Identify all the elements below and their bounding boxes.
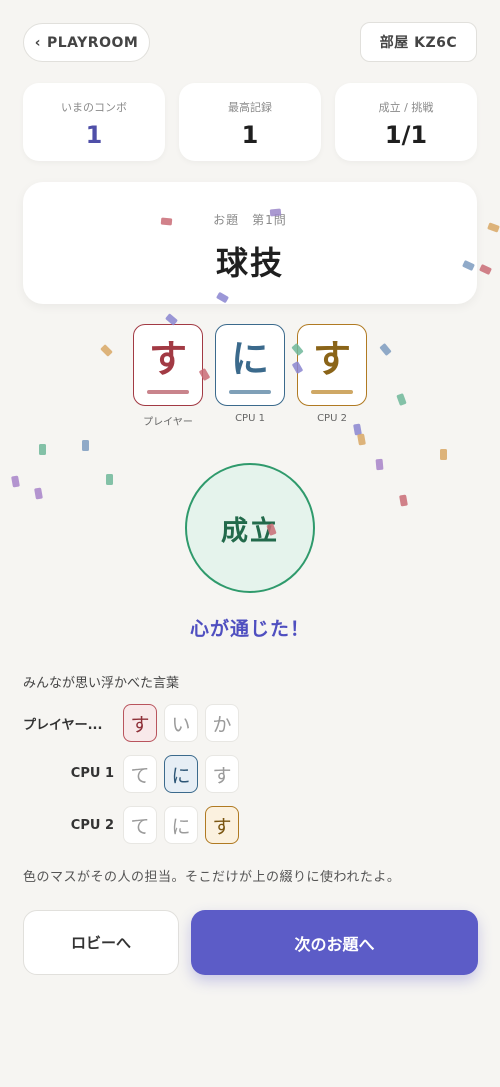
answer-tile-owner-player: プレイヤー — [143, 417, 193, 428]
answer-tile-owner-cpu2: CPU 2 — [317, 413, 347, 424]
word-cell: に — [164, 755, 198, 793]
confetti-piece — [39, 444, 46, 455]
stat-best-record: 最高記録 1 — [179, 83, 321, 161]
answer-tile-char: す — [148, 337, 187, 381]
confetti-piece — [34, 487, 43, 500]
answer-tile-underline — [229, 390, 271, 394]
stat-combo-label: いまのコンボ — [61, 101, 127, 114]
room-code-badge: 部屋 KZ6C — [360, 22, 477, 62]
word-cell: て — [123, 806, 157, 844]
confetti-piece — [375, 458, 384, 471]
confetti-piece — [399, 494, 408, 507]
answer-tile-underline — [147, 390, 189, 394]
confetti-piece — [487, 222, 500, 233]
answer-tile-owner-cpu1: CPU 1 — [235, 413, 265, 424]
answer-tile-char: す — [312, 337, 351, 381]
answer-tile-cpu2: す — [297, 324, 367, 406]
word-cell: す — [123, 704, 157, 742]
row-name-player: プレイヤー... — [23, 718, 103, 733]
back-label: PLAYROOM — [46, 34, 139, 51]
stat-best-label: 最高記録 — [228, 101, 272, 114]
confetti-piece — [379, 343, 392, 356]
word-cell: て — [123, 755, 157, 793]
confetti-piece — [160, 217, 173, 226]
confetti-piece — [269, 208, 282, 217]
word-cell: す — [205, 755, 239, 793]
word-cell: に — [164, 806, 198, 844]
topic-subtitle: お題 第1問 — [213, 213, 287, 227]
confetti-piece — [396, 393, 407, 406]
answer-tile-player: す — [133, 324, 203, 406]
result-status-circle: 成立 — [185, 463, 315, 593]
confetti-piece — [82, 440, 89, 451]
confetti-piece — [100, 344, 113, 357]
next-topic-button[interactable]: 次のお題へ — [191, 910, 478, 975]
answer-tile-char: に — [230, 337, 269, 381]
confetti-piece — [357, 433, 366, 446]
stat-combo-value: 1 — [85, 121, 103, 149]
stat-success-label: 成立 / 挑戦 — [378, 101, 434, 114]
words-section-title: みんなが思い浮かべた言葉 — [23, 676, 180, 691]
row-name-cpu1: CPU 1 — [70, 766, 114, 781]
confetti-piece — [479, 264, 492, 275]
back-to-playroom-button[interactable]: ‹ PLAYROOM — [23, 23, 150, 62]
answer-tile-underline — [311, 390, 353, 394]
stat-best-value: 1 — [241, 121, 259, 149]
legend-note: 色のマスがその人の担当。そこだけが上の綴りに使われたよ。 — [23, 870, 401, 885]
topic-card: お題 第1問 球技 — [23, 182, 477, 304]
stat-success-rate: 成立 / 挑戦 1/1 — [335, 83, 477, 161]
confetti-piece — [106, 474, 113, 485]
confetti-piece — [440, 449, 447, 460]
confetti-piece — [11, 475, 20, 488]
row-name-cpu2: CPU 2 — [70, 818, 114, 833]
word-cell: い — [164, 704, 198, 742]
stat-combo: いまのコンボ 1 — [23, 83, 165, 161]
topic-word: 球技 — [215, 244, 284, 282]
chevron-left-icon: ‹ — [34, 34, 41, 51]
word-cell: か — [205, 704, 239, 742]
result-message: 心が通じた！ — [189, 618, 310, 640]
word-cell: す — [205, 806, 239, 844]
stat-success-value: 1/1 — [384, 121, 428, 149]
lobby-button[interactable]: ロビーへ — [23, 910, 179, 975]
answer-tile-cpu1: に — [215, 324, 285, 406]
